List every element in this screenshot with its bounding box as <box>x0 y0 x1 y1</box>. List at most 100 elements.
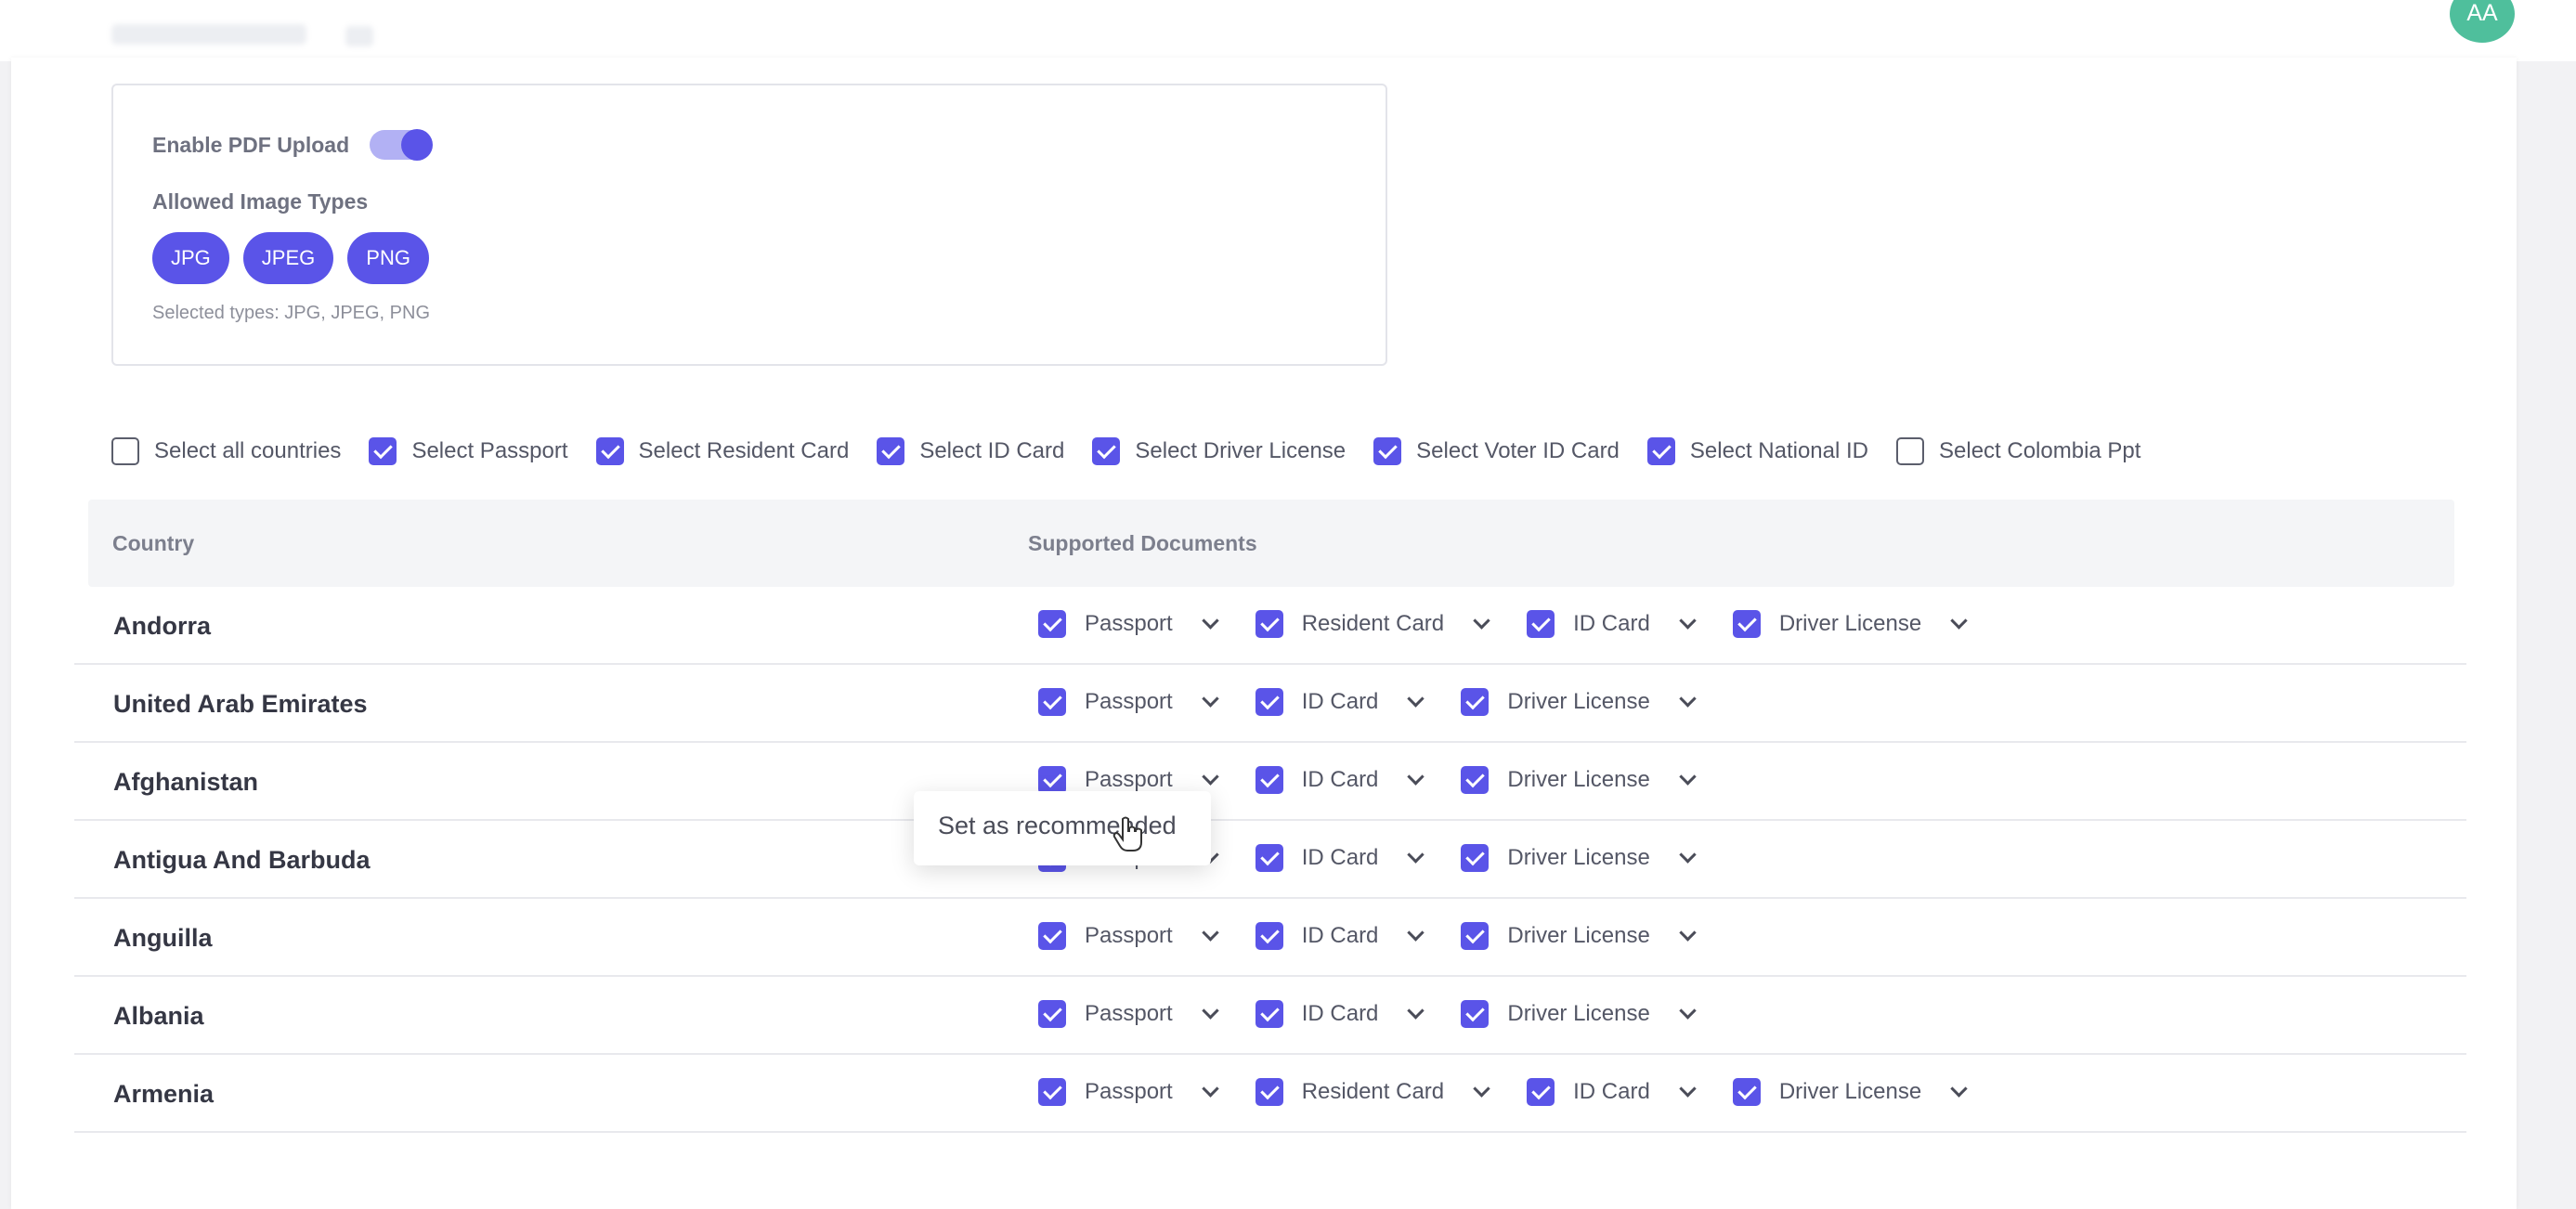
checkbox-checked[interactable] <box>1461 688 1490 716</box>
chevron-down-icon[interactable] <box>1202 923 1219 942</box>
option-select-passport[interactable]: Select Passport <box>369 437 568 465</box>
pdf-upload-toggle[interactable] <box>370 129 434 161</box>
option-select-colombia-ppt[interactable]: Select Colombia Ppt <box>1896 437 2140 465</box>
doc-id-card[interactable]: ID Card <box>1255 766 1462 794</box>
doc-id-card[interactable]: ID Card <box>1527 610 1733 638</box>
checkbox-checked[interactable] <box>1038 922 1066 950</box>
checkbox-checked[interactable] <box>1461 844 1490 872</box>
checkbox-checked[interactable] <box>1255 688 1283 716</box>
checkbox-checked[interactable] <box>1373 437 1402 465</box>
checkbox-checked[interactable] <box>1038 1000 1066 1028</box>
option-select-resident-card[interactable]: Select Resident Card <box>595 437 849 465</box>
option-select-national-id[interactable]: Select National ID <box>1646 437 1868 465</box>
checkbox-checked[interactable] <box>1255 1078 1283 1106</box>
chip-jpg[interactable]: JPG <box>152 232 229 284</box>
chevron-down-icon[interactable] <box>1407 689 1425 708</box>
doc-passport[interactable]: Passport <box>1038 688 1255 716</box>
checkbox-unchecked[interactable] <box>1896 437 1924 465</box>
checkbox-checked[interactable] <box>1092 437 1121 465</box>
checkbox-checked[interactable] <box>1255 1000 1283 1028</box>
checkbox-checked[interactable] <box>1038 688 1066 716</box>
doc-driver-license[interactable]: Driver License <box>1732 1078 2004 1106</box>
chevron-down-icon[interactable] <box>1202 1079 1219 1098</box>
checkbox-checked[interactable] <box>1255 922 1283 950</box>
chevron-down-icon[interactable] <box>1679 923 1697 942</box>
option-label: Select Voter ID Card <box>1416 438 1620 463</box>
checkbox-unchecked[interactable] <box>111 437 139 465</box>
checkbox-checked[interactable] <box>1038 1078 1066 1106</box>
option-select-all-countries[interactable]: Select all countries <box>111 437 341 465</box>
doc-label: ID Card <box>1573 611 1650 636</box>
checkbox-checked[interactable] <box>1255 766 1283 794</box>
checkbox-checked[interactable] <box>1038 610 1066 638</box>
chevron-down-icon[interactable] <box>1407 767 1425 786</box>
checkbox-checked[interactable] <box>1038 766 1066 794</box>
chevron-down-icon[interactable] <box>1679 689 1697 708</box>
top-bar <box>0 0 2576 61</box>
upload-settings-box: Enable PDF Upload Allowed Image Types JP… <box>111 84 1387 366</box>
doc-passport[interactable]: Passport <box>1038 1078 1255 1106</box>
checkbox-checked[interactable] <box>1255 844 1283 872</box>
doc-resident-card[interactable]: Resident Card <box>1255 610 1527 638</box>
checkbox-checked[interactable] <box>1646 437 1675 465</box>
option-select-id-card[interactable]: Select ID Card <box>877 437 1064 465</box>
doc-resident-card[interactable]: Resident Card <box>1255 1078 1527 1106</box>
checkbox-checked[interactable] <box>1461 766 1490 794</box>
checkbox-checked[interactable] <box>1732 1078 1761 1106</box>
chevron-down-icon[interactable] <box>1202 1001 1219 1020</box>
doc-id-card[interactable]: ID Card <box>1255 922 1462 950</box>
checkbox-checked[interactable] <box>1255 610 1283 638</box>
checkbox-checked[interactable] <box>1732 610 1761 638</box>
doc-driver-license[interactable]: Driver License <box>1461 922 1732 950</box>
doc-label: ID Card <box>1573 1079 1650 1104</box>
chevron-down-icon[interactable] <box>1679 611 1697 630</box>
checkbox-checked[interactable] <box>1527 1078 1555 1106</box>
doc-label: ID Card <box>1301 845 1379 870</box>
option-select-voter-id-card[interactable]: Select Voter ID Card <box>1373 437 1620 465</box>
doc-driver-license[interactable]: Driver License <box>1461 844 1732 872</box>
chevron-down-icon[interactable] <box>1473 1079 1490 1098</box>
doc-driver-license[interactable]: Driver License <box>1461 1000 1732 1028</box>
supported-documents: Passport Resident Card ID Card Driver Licen… <box>1038 1078 2004 1106</box>
supported-documents: Passport ID Card Driver License <box>1038 766 1733 794</box>
checkbox-checked[interactable] <box>1461 1000 1490 1028</box>
chevron-down-icon[interactable] <box>1679 767 1697 786</box>
doc-id-card[interactable]: ID Card <box>1255 688 1462 716</box>
chevron-down-icon[interactable] <box>1407 1001 1425 1020</box>
chevron-down-icon[interactable] <box>1473 611 1490 630</box>
option-label: Select National ID <box>1689 438 1868 463</box>
doc-passport[interactable]: Passport <box>1038 922 1255 950</box>
checkbox-checked[interactable] <box>877 437 905 465</box>
doc-passport[interactable]: Passport <box>1038 766 1255 794</box>
checkbox-checked[interactable] <box>1461 922 1490 950</box>
doc-id-card[interactable]: ID Card <box>1255 844 1462 872</box>
chevron-down-icon[interactable] <box>1679 845 1697 864</box>
checkbox-checked[interactable] <box>369 437 397 465</box>
chip-jpeg[interactable]: JPEG <box>242 232 334 284</box>
checkbox-checked[interactable] <box>1527 610 1555 638</box>
doc-id-card[interactable]: ID Card <box>1255 1000 1462 1028</box>
chevron-down-icon[interactable] <box>1679 1001 1697 1020</box>
option-select-driver-license[interactable]: Select Driver License <box>1092 437 1346 465</box>
chevron-down-icon[interactable] <box>1202 689 1219 708</box>
doc-driver-license[interactable]: Driver License <box>1461 688 1732 716</box>
chip-png[interactable]: PNG <box>347 232 429 284</box>
doc-label: Passport <box>1085 689 1173 714</box>
chevron-down-icon[interactable] <box>1202 767 1219 786</box>
chevron-down-icon[interactable] <box>1679 1079 1697 1098</box>
doc-id-card[interactable]: ID Card <box>1527 1078 1733 1106</box>
doc-driver-license[interactable]: Driver License <box>1732 610 2004 638</box>
doc-passport[interactable]: Passport <box>1038 610 1255 638</box>
set-recommended-menu[interactable]: Set as recommended <box>914 791 1211 865</box>
chevron-down-icon[interactable] <box>1407 845 1425 864</box>
doc-passport[interactable]: Passport <box>1038 1000 1255 1028</box>
checkbox-checked[interactable] <box>595 437 624 465</box>
column-header-documents: Supported Documents <box>1028 531 1257 555</box>
chevron-down-icon[interactable] <box>1950 1079 1968 1098</box>
pdf-upload-label: Enable PDF Upload <box>152 132 350 157</box>
chevron-down-icon[interactable] <box>1950 611 1968 630</box>
option-label: Select Colombia Ppt <box>1939 438 2141 463</box>
doc-driver-license[interactable]: Driver License <box>1461 766 1732 794</box>
chevron-down-icon[interactable] <box>1202 611 1219 630</box>
chevron-down-icon[interactable] <box>1407 923 1425 942</box>
